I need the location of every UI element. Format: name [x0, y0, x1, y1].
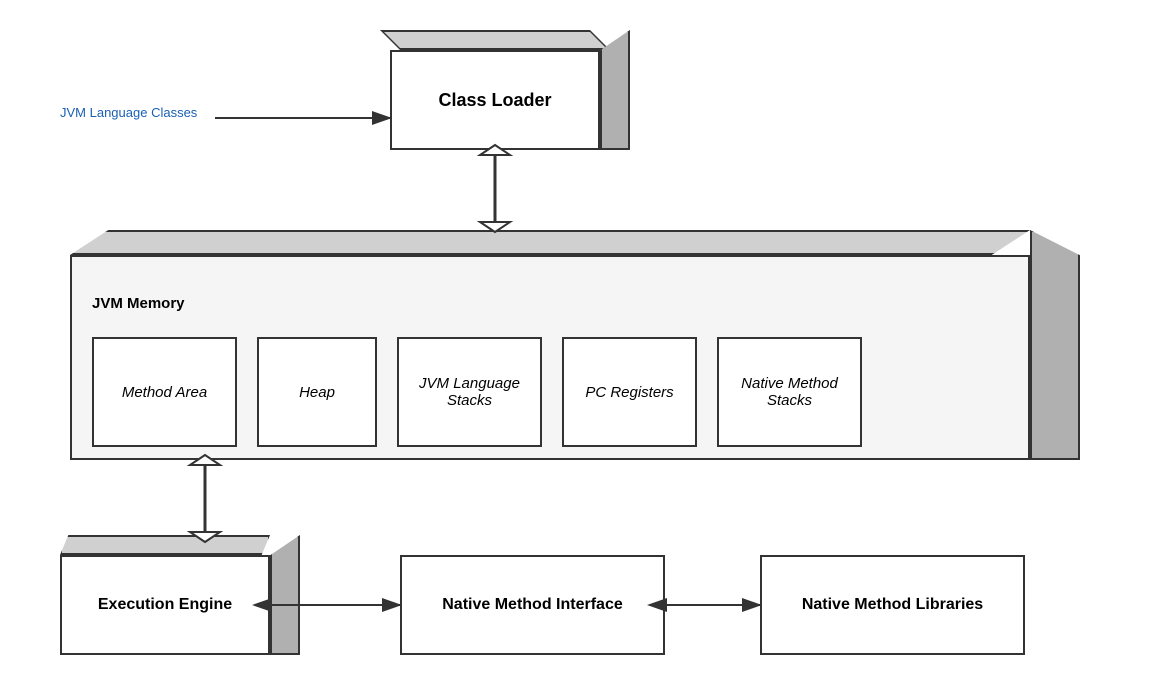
exec-engine-front: Execution Engine	[60, 555, 270, 655]
jvm-memory-box: JVM Memory Method Area Heap JVM Language…	[70, 230, 1080, 460]
jvm-stacks-label: JVM LanguageStacks	[419, 375, 520, 409]
exec-engine-label: Execution Engine	[98, 596, 232, 614]
execution-engine-box: Execution Engine	[60, 535, 300, 655]
jvm-memory-side	[1030, 230, 1080, 460]
method-area-box: Method Area	[92, 337, 237, 447]
method-area-label: Method Area	[122, 384, 207, 401]
class-loader-box: Class Loader	[390, 30, 630, 150]
native-method-libraries-box: Native Method Libraries	[760, 555, 1025, 655]
jvm-diagram: Class Loader JVM Language Classes JVM Me…	[0, 0, 1152, 698]
class-loader-front: Class Loader	[390, 50, 600, 150]
nmi-label: Native Method Interface	[442, 596, 622, 614]
pc-registers-box: PC Registers	[562, 337, 697, 447]
native-method-interface-box: Native Method Interface	[400, 555, 665, 655]
jvm-memory-title: JVM Memory	[92, 295, 185, 312]
jvm-memory-top	[70, 230, 1030, 255]
class-loader-label: Class Loader	[438, 90, 551, 111]
pc-registers-label: PC Registers	[585, 384, 673, 401]
nml-label: Native Method Libraries	[802, 596, 983, 614]
native-stacks-label: Native MethodStacks	[741, 375, 838, 409]
heap-box: Heap	[257, 337, 377, 447]
class-loader-side	[600, 30, 630, 150]
exec-engine-side	[270, 535, 300, 655]
jvm-memory-front: JVM Memory Method Area Heap JVM Language…	[70, 255, 1030, 460]
native-stacks-box: Native MethodStacks	[717, 337, 862, 447]
heap-label: Heap	[299, 384, 335, 401]
jvm-stacks-box: JVM LanguageStacks	[397, 337, 542, 447]
class-loader-top	[380, 30, 610, 50]
jvm-lang-classes-label: JVM Language Classes	[60, 105, 197, 120]
exec-engine-top	[60, 535, 270, 555]
